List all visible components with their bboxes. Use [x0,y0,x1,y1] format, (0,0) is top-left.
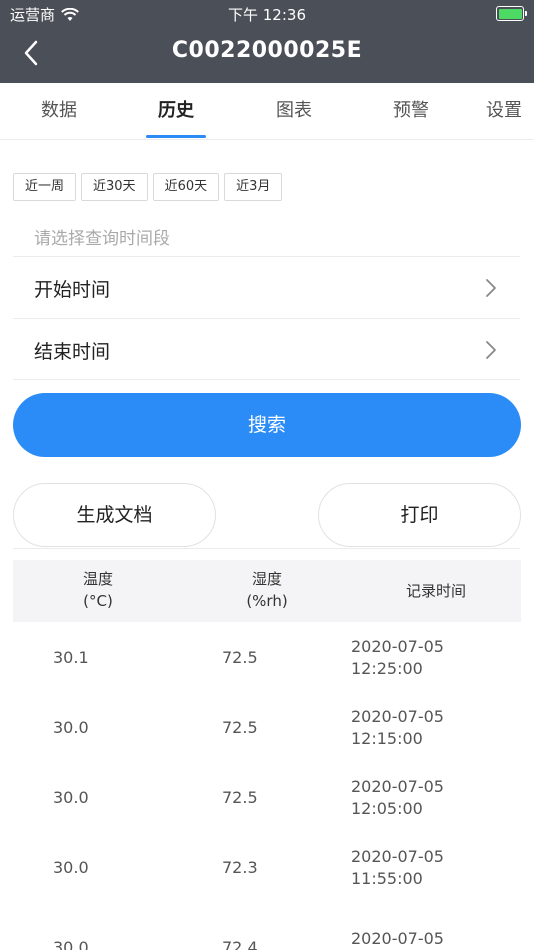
range-chip-60-days[interactable]: 近60天 [152,173,220,201]
search-button[interactable]: 搜索 [13,393,521,457]
section-divider [13,548,520,549]
tab-bar: 数据 历史 图表 预警 设置 [0,83,534,140]
table-row: 30.0 72.5 2020-07-05 12:15:00 [13,706,521,776]
start-time-row[interactable]: 开始时间 [13,256,520,318]
end-time-row[interactable]: 结束时间 [13,318,520,380]
table-row: 30.0 72.3 2020-07-05 11:55:00 [13,846,521,916]
header-temperature: 温度 (°C) [82,570,113,610]
range-hint: 请选择查询时间段 [34,229,170,249]
table-row: 30.0 72.5 2020-07-05 12:05:00 [13,776,521,846]
record-time-cell: 2020-07-05 [351,929,444,948]
table-row: 30.0 72.4 2020-07-05 [13,916,521,950]
chevron-right-icon [486,341,496,359]
range-chip-week[interactable]: 近一周 [13,173,77,201]
record-time-cell: 2020-07-05 12:15:00 [351,707,444,748]
status-bar: 运营商 下午 12:36 [0,0,534,28]
humidity-cell: 72.4 [222,938,258,950]
quick-range-group: 近一周 近30天 近60天 近3月 [13,173,283,201]
range-chip-30-days[interactable]: 近30天 [81,173,148,201]
header-humidity: 湿度 (%rh) [246,570,288,610]
record-time-cell: 2020-07-05 12:05:00 [351,777,444,818]
temperature-cell: 30.0 [53,938,89,950]
humidity-cell: 72.5 [222,788,258,807]
temperature-cell: 30.0 [53,788,89,807]
temperature-cell: 30.1 [53,648,89,667]
humidity-cell: 72.3 [222,858,258,877]
top-bar: 运营商 下午 12:36 C0022000025E [0,0,534,83]
tab-data[interactable]: 数据 [14,83,104,139]
tab-alert[interactable]: 预警 [366,83,456,139]
print-button[interactable]: 打印 [318,483,521,547]
start-time-label: 开始时间 [34,279,111,301]
humidity-cell: 72.5 [222,648,258,667]
generate-document-button[interactable]: 生成文档 [13,483,216,547]
row-divider [13,379,520,380]
humidity-cell: 72.5 [222,718,258,737]
tab-history[interactable]: 历史 [131,83,221,139]
battery-icon [496,6,527,21]
header-record-time: 记录时间 [405,582,466,600]
tab-chart[interactable]: 图表 [249,83,339,139]
tab-settings[interactable]: 设置 [486,83,534,139]
table-row: 30.1 72.5 2020-07-05 12:25:00 [13,636,521,706]
record-time-cell: 2020-07-05 12:25:00 [351,637,444,678]
page-title: C0022000025E [171,38,363,63]
status-time: 下午 12:36 [228,6,306,24]
table-header: 温度 (°C) 湿度 (%rh) 记录时间 [13,560,521,622]
end-time-label: 结束时间 [34,341,111,363]
temperature-cell: 30.0 [53,858,89,877]
record-time-cell: 2020-07-05 11:55:00 [351,847,444,888]
range-chip-3-months[interactable]: 近3月 [224,173,283,201]
temperature-cell: 30.0 [53,718,89,737]
chevron-right-icon [486,279,496,297]
active-tab-indicator [146,135,206,138]
